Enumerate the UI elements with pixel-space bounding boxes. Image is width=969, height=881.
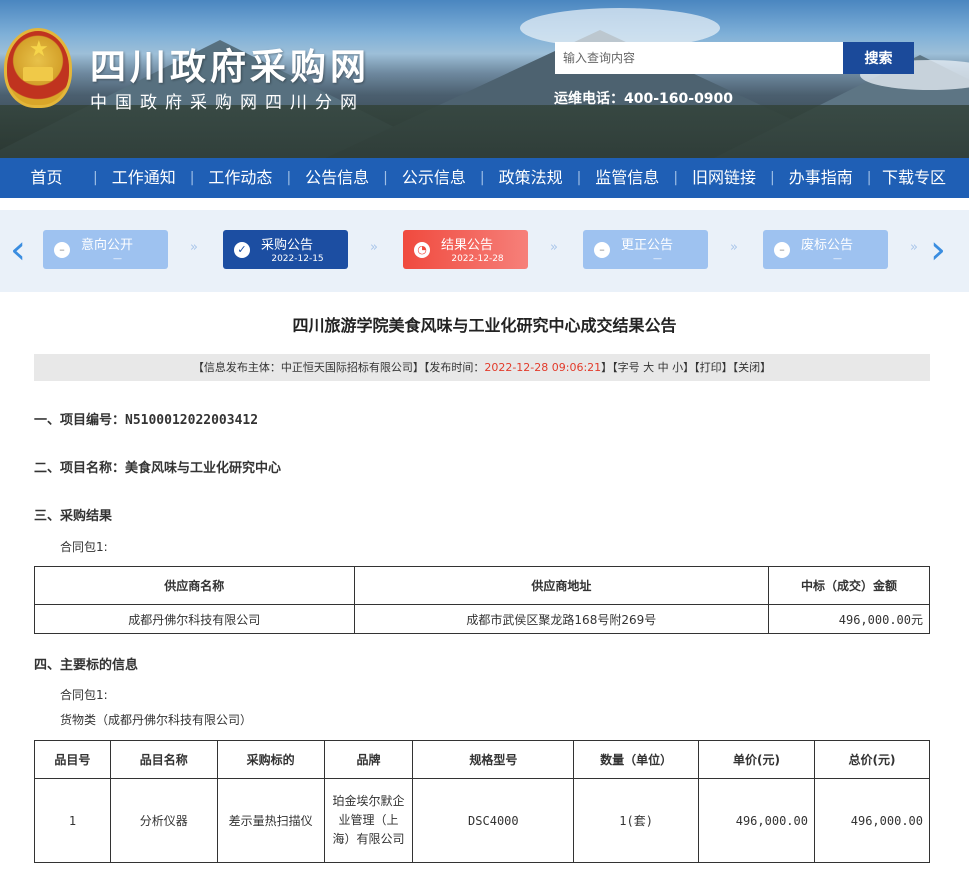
step-intent[interactable]: – 意向公开 — xyxy=(43,230,168,269)
nav-item-work-notice[interactable]: 工作通知 xyxy=(98,158,190,198)
main-nav: 首页 | 工作通知 | 工作动态 | 公告信息 | 公示信息 | 政策法规 | … xyxy=(0,158,969,198)
site-title[interactable]: 四川政府采购网 xyxy=(90,38,370,90)
double-chevron-icon: » xyxy=(370,240,378,255)
double-chevron-icon: » xyxy=(190,240,198,255)
article-title: 四川旅游学院美食风味与工业化研究中心成交结果公告 xyxy=(292,316,677,335)
double-chevron-icon: » xyxy=(550,240,558,255)
info-bar: 【信息发布主体：中正恒天国际招标有限公司】【发布时间：2022-12-28 09… xyxy=(34,354,930,381)
double-chevron-icon: » xyxy=(910,240,918,255)
step-result[interactable]: ◔ 结果公告 2022-12-28 xyxy=(403,230,528,269)
project-name: 二、项目名称：美食风味与工业化研究中心 xyxy=(34,461,282,476)
info-suffix[interactable]: 】【字号 大 中 小】【打印】【关闭】 xyxy=(601,361,771,374)
chevron-left-icon[interactable]: ‹ xyxy=(10,230,26,270)
result-table: 供应商名称 供应商地址 中标（成交）金额 成都丹佛尔科技有限公司 成都市武侯区聚… xyxy=(34,566,930,634)
nav-item-announcements[interactable]: 公告信息 xyxy=(291,158,383,198)
col-award-amount: 中标（成交）金额 xyxy=(768,566,930,605)
nav-item-old-site[interactable]: 旧网链接 xyxy=(678,158,770,198)
item-table: 品目号 品目名称 采购标的 品牌 规格型号 数量（单位） 单价(元) 总价(元)… xyxy=(34,740,931,863)
procurement-result-heading: 三、采购结果 xyxy=(34,509,113,524)
nav-item-work-news[interactable]: 工作动态 xyxy=(194,158,286,198)
double-chevron-icon: » xyxy=(730,240,738,255)
contract-package-label: 合同包1: xyxy=(60,540,108,554)
step-procurement[interactable]: ✓ 采购公告 2022-12-15 xyxy=(223,230,348,269)
col-supplier-address: 供应商地址 xyxy=(353,566,770,605)
table-row: 1 分析仪器 差示量热扫描仪 珀金埃尔默企业管理（上海）有限公司 DSC4000… xyxy=(34,778,931,863)
chevron-right-icon[interactable]: › xyxy=(930,230,946,270)
publish-time: 2022-12-28 09:06:21 xyxy=(484,361,602,374)
info-prefix: 【信息发布主体：中正恒天国际招标有限公司】【发布时间： xyxy=(192,361,485,374)
nav-item-policies[interactable]: 政策法规 xyxy=(485,158,577,198)
nav-item-downloads[interactable]: 下载专区 xyxy=(871,158,956,198)
search-input[interactable] xyxy=(555,42,843,74)
step-correction[interactable]: – 更正公告 — xyxy=(583,230,708,269)
contract-package-label-2: 合同包1: xyxy=(60,688,108,702)
goods-category: 货物类（成都丹佛尔科技有限公司） xyxy=(60,713,253,727)
process-steps: ‹ – 意向公开 — » ✓ 采购公告 2022-12-15 » ◔ 结果公告 … xyxy=(0,210,969,292)
national-emblem-icon: ★ xyxy=(4,28,72,108)
main-items-heading: 四、主要标的信息 xyxy=(34,658,139,673)
nav-item-supervision[interactable]: 监管信息 xyxy=(581,158,673,198)
nav-item-guide[interactable]: 办事指南 xyxy=(775,158,867,198)
project-number: 一、项目编号：N5100012022003412 xyxy=(34,413,259,428)
nav-item-publicity[interactable]: 公示信息 xyxy=(388,158,480,198)
header-banner: ★ 四川政府采购网 中国政府采购网四川分网 搜索 运维电话：400-160-09… xyxy=(0,0,969,158)
step-cancel[interactable]: – 废标公告 — xyxy=(763,230,888,269)
col-supplier-name: 供应商名称 xyxy=(34,566,355,605)
table-row: 成都丹佛尔科技有限公司 成都市武侯区聚龙路168号附269号 496,000.0… xyxy=(34,604,930,634)
nav-item-home[interactable]: 首页 xyxy=(0,158,93,198)
search-button[interactable]: 搜索 xyxy=(843,42,914,74)
hotline-text: 运维电话：400-160-0900 xyxy=(554,91,734,107)
site-subtitle: 中国政府采购网四川分网 xyxy=(90,93,365,113)
